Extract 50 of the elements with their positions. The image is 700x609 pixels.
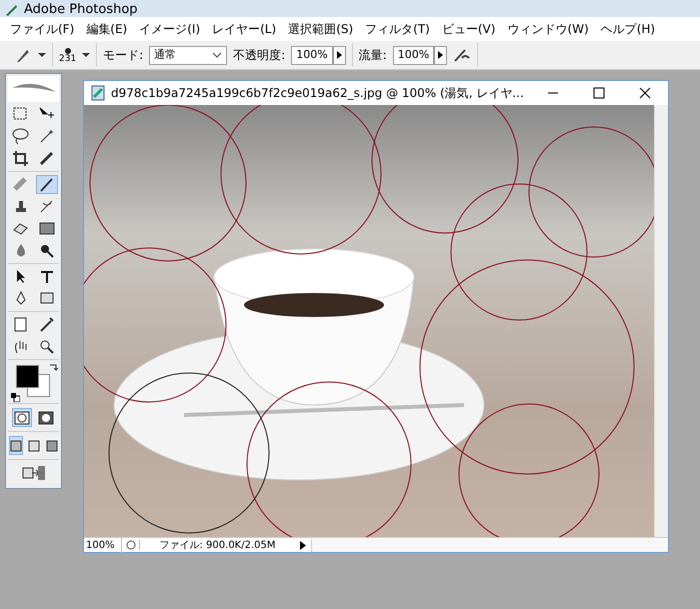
menu-item[interactable]: ウィンドウ(W) [501,20,595,38]
file-size-status: ファイル: 900.0K/2.05M [158,538,276,552]
opacity-label: 不透明度: [233,47,286,64]
menu-item[interactable]: レイヤー(L) [206,20,282,38]
chevron-icon [212,52,222,58]
mask-mode-icon [38,410,54,424]
mask-mode-icon [14,410,30,424]
document-title: d978c1b9a7245a199c6b7f2c9e019a62_s.jpg @ 100% (湯気, レイヤ... [111,85,524,102]
mode-dropdown[interactable]: 通常 [149,46,228,64]
menu-item[interactable]: 編集(E) [80,20,134,38]
screen-mode-icon [10,438,22,452]
menu-item[interactable]: 選択範囲(S) [282,20,360,38]
mode-label: モード: [103,47,144,64]
text-tool-icon [38,268,55,285]
caret-icon[interactable] [82,52,90,58]
tool-button[interactable] [10,127,32,146]
triangle-icon [438,51,444,59]
mask-mode-button[interactable] [12,408,32,427]
app-title: Adobe Photoshop [24,2,138,17]
menu-item[interactable]: ヘルプ(H) [594,20,662,38]
horizontal-scrollbar[interactable] [311,538,668,552]
opacity-field[interactable]: 100% [291,46,333,64]
magnifier-icon [38,338,55,355]
default-colors-icon[interactable] [11,393,20,402]
close-icon[interactable] [637,85,653,101]
arrow-button[interactable] [332,46,346,64]
crop-icon [12,150,29,167]
magic-wand-icon [38,128,55,145]
screen-mode-icon [46,438,58,452]
vertical-scrollbar[interactable] [654,105,668,537]
flow-label: 流量: [358,47,387,64]
caret-icon[interactable] [38,52,46,58]
zoom-level: 100% [84,538,122,552]
color-swatches[interactable] [16,365,50,397]
screen-mode-button[interactable] [8,436,22,455]
play-triangle-icon[interactable] [300,540,306,550]
tool-button[interactable] [36,175,58,194]
menu-item[interactable]: ファイル(F) [4,20,80,38]
triangle-icon [336,51,342,59]
brush-size: 231 [59,54,76,64]
swap-arrow-icon[interactable] [48,362,58,372]
menu-item[interactable]: フィルタ(T) [359,20,436,38]
screen-mode-icon [28,438,40,452]
flow-field[interactable]: 100% [392,46,434,64]
arrow-button[interactable] [434,46,448,64]
file-icon [90,85,106,101]
maximize-icon[interactable] [591,85,607,101]
menu-item[interactable]: イメージ(I) [133,20,206,38]
menu-item[interactable]: ビュー(V) [436,20,502,38]
lasso-icon [12,128,29,145]
